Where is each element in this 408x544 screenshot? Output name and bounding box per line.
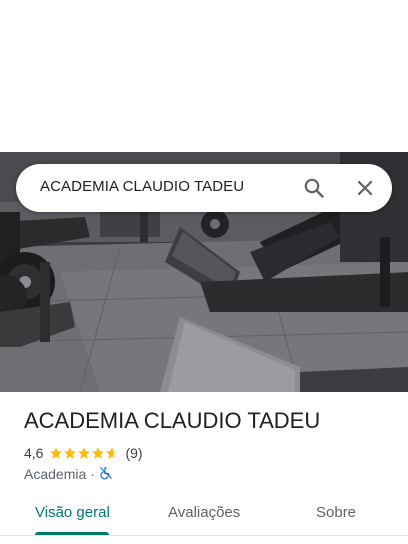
star-half-icon — [106, 447, 119, 459]
tab-reviews[interactable]: Avaliações — [168, 504, 240, 521]
star-icon — [92, 447, 105, 459]
search-icon[interactable] — [302, 176, 326, 200]
search-query-text[interactable]: ACADEMIA CLAUDIO TADEU — [40, 178, 244, 195]
star-icon — [50, 447, 63, 459]
tab-about[interactable]: Sobre — [316, 504, 356, 521]
close-icon[interactable] — [353, 176, 377, 200]
no-wheelchair-access-icon — [99, 466, 113, 483]
place-title: ACADEMIA CLAUDIO TADEU — [24, 408, 321, 433]
review-count[interactable]: (9) — [125, 445, 142, 461]
star-icon — [64, 447, 77, 459]
category-row: Academia · — [24, 465, 113, 483]
rating-value: 4,6 — [24, 445, 44, 461]
star-rating — [49, 446, 119, 460]
star-icon — [78, 447, 91, 459]
rating-row[interactable]: 4,6 (9) — [24, 444, 143, 462]
search-bar[interactable]: ACADEMIA CLAUDIO TADEU — [16, 164, 392, 212]
map-blank-area — [0, 0, 408, 152]
category-label: Academia — [24, 466, 87, 482]
separator-dot: · — [90, 466, 95, 482]
tab-overview[interactable]: Visão geral — [35, 504, 110, 521]
tabs-divider — [0, 535, 408, 536]
place-tabs: Visão geral Avaliações Sobre — [0, 494, 408, 538]
